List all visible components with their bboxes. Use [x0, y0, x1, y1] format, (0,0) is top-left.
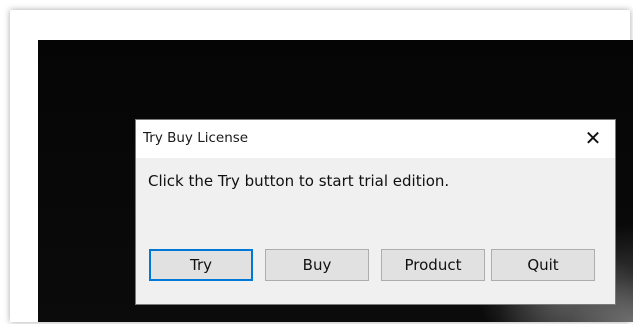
dialog-titlebar: Try Buy License ✕ [136, 120, 615, 158]
buy-button[interactable]: Buy [265, 249, 369, 281]
product-button[interactable]: Product [381, 249, 485, 281]
close-icon[interactable]: ✕ [581, 126, 605, 150]
desktop-background: Try Buy License ✕ Click the Try button t… [38, 40, 633, 322]
license-dialog: Try Buy License ✕ Click the Try button t… [135, 119, 616, 305]
screenshot-frame: Try Buy License ✕ Click the Try button t… [10, 10, 633, 322]
dialog-title: Try Buy License [143, 130, 249, 146]
dialog-message: Click the Try button to start trial edit… [148, 172, 450, 190]
quit-button[interactable]: Quit [491, 249, 595, 281]
try-button[interactable]: Try [149, 249, 253, 281]
